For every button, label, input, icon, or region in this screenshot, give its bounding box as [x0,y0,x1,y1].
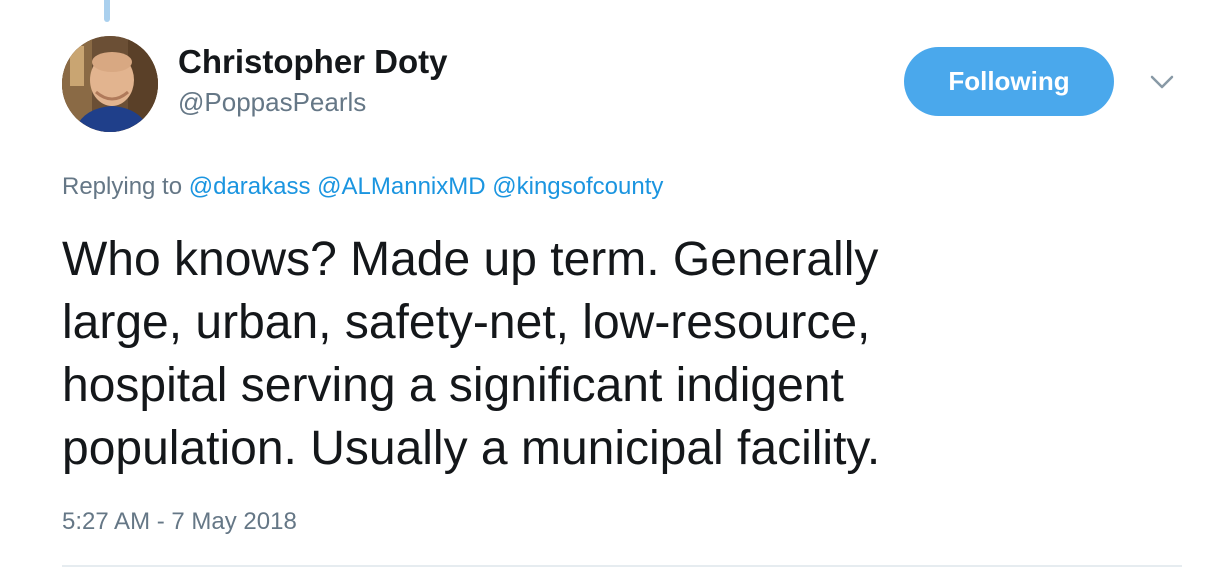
replying-to-line: Replying to @darakass @ALMannixMD @kings… [62,170,663,204]
replying-to-label: Replying to [62,173,183,200]
chevron-down-icon[interactable] [1146,68,1178,96]
tweet-author: Christopher Doty @PoppasPearls [178,40,448,120]
tweet-timestamp[interactable]: 5:27 AM - 7 May 2018 [62,505,297,539]
tweet-text: Who knows? Made up term. Generally large… [62,233,881,475]
author-handle[interactable]: @PoppasPearls [178,84,448,120]
thread-connector-line [104,0,110,22]
avatar[interactable] [62,36,158,132]
mention-link[interactable]: @darakass [189,173,311,200]
divider [62,565,1182,567]
mention-link[interactable]: @ALMannixMD [317,173,485,200]
mention-link[interactable]: @kingsofcounty [492,173,663,200]
avatar-image [62,36,158,132]
author-display-name[interactable]: Christopher Doty [178,40,448,84]
following-button[interactable]: Following [904,47,1114,116]
